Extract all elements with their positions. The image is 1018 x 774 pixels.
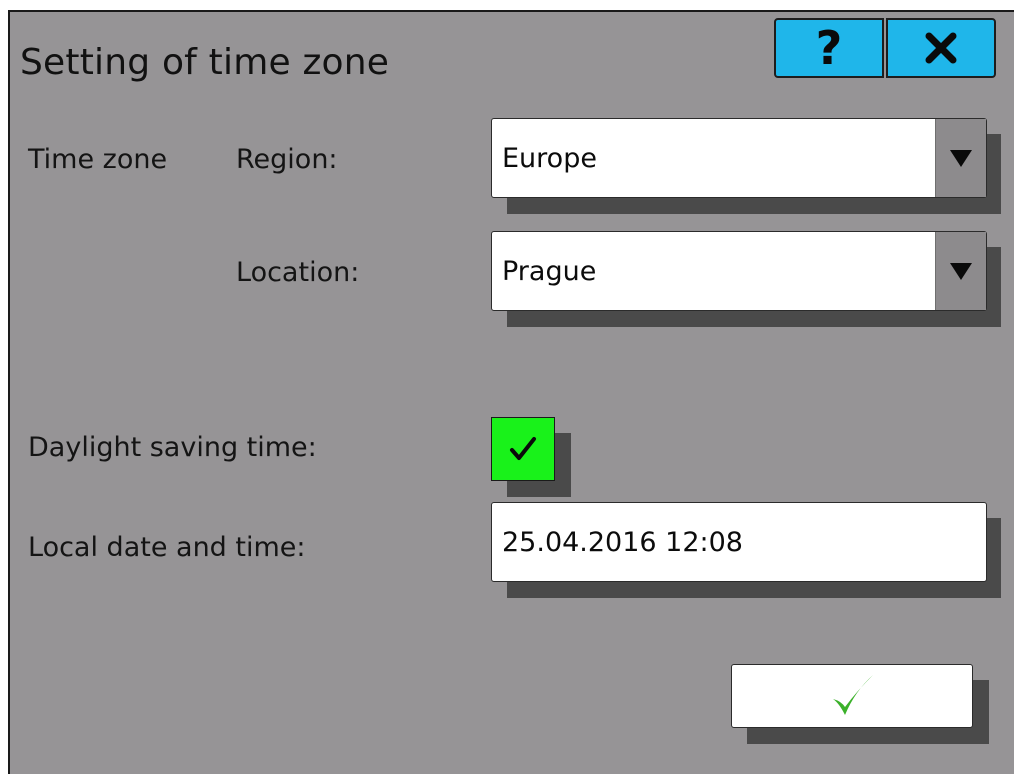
datetime-field-value: 25.04.2016 12:08 xyxy=(502,526,743,558)
datetime-field[interactable]: 25.04.2016 12:08 xyxy=(491,502,987,582)
location-select[interactable]: Prague xyxy=(491,231,987,311)
location-dropdown-button[interactable] xyxy=(935,232,986,310)
help-icon: ? xyxy=(815,21,843,75)
checkmark-icon xyxy=(510,437,536,460)
help-button[interactable]: ? xyxy=(774,18,884,78)
location-select-value: Prague xyxy=(502,255,597,287)
region-select-value: Europe xyxy=(502,142,597,174)
chevron-down-icon xyxy=(950,150,972,167)
dialog-title: Setting of time zone xyxy=(20,42,390,83)
dst-label: Daylight saving time: xyxy=(28,432,317,463)
time-zone-dialog: Setting of time zone ? Time zone Region:… xyxy=(8,10,1014,774)
region-dropdown-button[interactable] xyxy=(935,119,986,197)
time-zone-label: Time zone xyxy=(28,144,168,175)
region-label: Region: xyxy=(236,144,338,175)
datetime-label: Local date and time: xyxy=(28,532,306,563)
dst-checkbox[interactable] xyxy=(491,417,555,481)
close-icon xyxy=(925,32,957,64)
location-label: Location: xyxy=(236,257,360,288)
region-select[interactable]: Europe xyxy=(491,118,987,198)
close-button[interactable] xyxy=(886,18,996,78)
chevron-down-icon xyxy=(950,263,972,280)
checkmark-icon xyxy=(833,675,873,715)
confirm-button[interactable] xyxy=(731,664,973,728)
